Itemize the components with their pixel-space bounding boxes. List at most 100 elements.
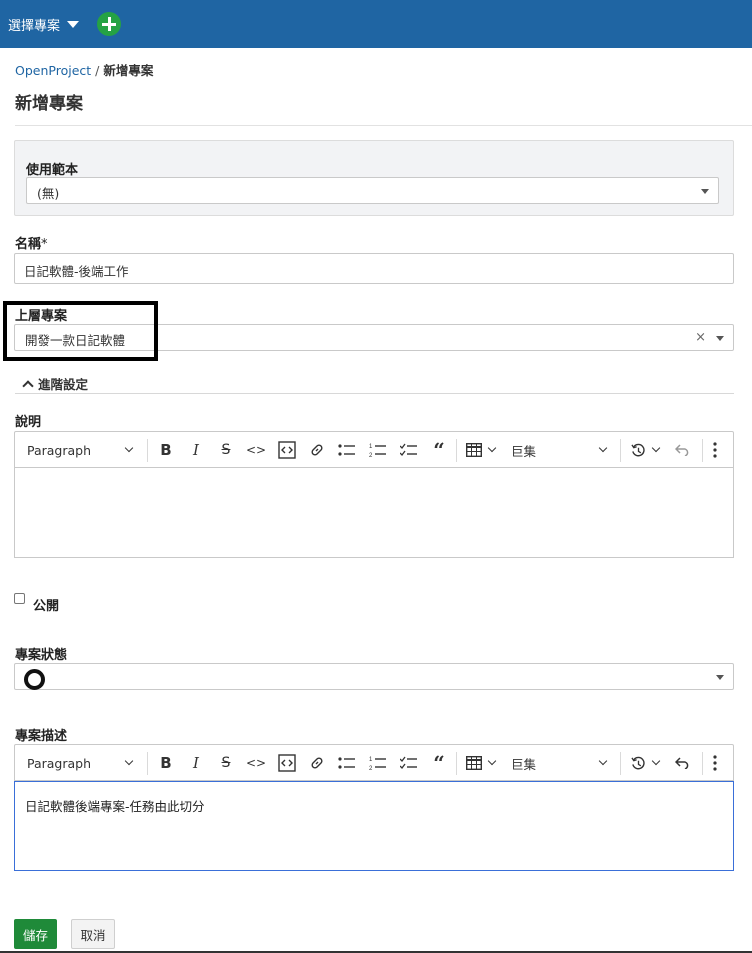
toolbar-separator <box>620 752 621 775</box>
italic-icon[interactable]: I <box>186 753 206 773</box>
chevron-up-icon <box>22 379 34 392</box>
toolbar-separator <box>456 439 457 462</box>
undo-icon <box>675 444 689 456</box>
status-circle-icon <box>24 669 45 690</box>
table-icon[interactable] <box>464 753 484 773</box>
undo-icon <box>675 757 689 769</box>
strikethrough-icon[interactable]: S <box>216 753 236 773</box>
parent-value: 開發一款日記軟體 <box>25 333 126 348</box>
undo-icon[interactable] <box>673 753 693 773</box>
macros-label: 巨集 <box>511 443 537 459</box>
toolbar-separator <box>702 439 703 462</box>
advanced-settings-toggle[interactable]: 進階設定 <box>22 374 89 393</box>
paragraph-dropdown[interactable]: Paragraph <box>27 753 137 773</box>
name-input[interactable]: 日記軟體-後端工作 <box>14 253 734 284</box>
quote-icon[interactable]: “ <box>429 751 449 775</box>
paragraph-dropdown[interactable]: Paragraph <box>27 440 137 460</box>
cancel-button[interactable]: 取消 <box>71 919 115 949</box>
description-editor[interactable] <box>14 467 734 558</box>
italic-icon[interactable]: I <box>186 440 206 460</box>
code-block-icon <box>278 441 296 459</box>
history-icon <box>630 756 645 769</box>
plus-circle-icon[interactable] <box>97 12 121 36</box>
more-vertical-icon <box>713 755 717 771</box>
history-icon[interactable] <box>629 440 647 460</box>
quote-icon[interactable]: “ <box>429 438 449 462</box>
breadcrumb-separator: / <box>95 63 100 78</box>
history-icon[interactable] <box>629 753 647 773</box>
code-icon[interactable]: <> <box>245 753 267 773</box>
code-block-icon[interactable] <box>277 753 297 773</box>
bold-icon[interactable]: B <box>156 753 176 773</box>
svg-text:2: 2 <box>369 766 373 771</box>
chevron-down-icon[interactable] <box>651 443 661 453</box>
caret-down-icon <box>716 675 724 680</box>
chevron-down-icon[interactable] <box>651 756 661 766</box>
advanced-settings-label: 進階設定 <box>38 377 89 392</box>
numbered-list-icon[interactable]: 12 <box>367 440 389 460</box>
table-icon <box>466 756 482 770</box>
bullet-list-icon <box>338 757 355 769</box>
link-icon[interactable] <box>307 753 327 773</box>
more-vertical-icon <box>713 442 717 458</box>
public-label: 公開 <box>33 599 60 614</box>
todo-list-icon <box>400 443 417 456</box>
divider <box>15 393 734 394</box>
numbered-list-icon: 12 <box>369 757 386 771</box>
project-selector-label: 選擇專案 <box>8 19 61 34</box>
numbered-list-icon: 12 <box>369 444 386 458</box>
code-block-icon[interactable] <box>277 440 297 460</box>
save-button[interactable]: 儲存 <box>14 919 57 949</box>
status-select[interactable] <box>14 663 734 690</box>
template-section: 使用範本 (無) <box>14 140 734 216</box>
todo-list-icon[interactable] <box>398 440 420 460</box>
link-icon[interactable] <box>307 440 327 460</box>
name-label: 名稱* <box>15 233 48 252</box>
description-label: 說明 <box>15 415 42 430</box>
todo-list-icon[interactable] <box>398 753 420 773</box>
breadcrumb: OpenProject / 新增專案 <box>15 60 153 79</box>
name-label-text: 名稱 <box>15 237 42 252</box>
status-label: 專案狀態 <box>15 648 68 663</box>
bullet-list-icon[interactable] <box>336 440 358 460</box>
status-explanation-editor[interactable]: 日記軟體後端專案-任務由此切分 <box>14 781 734 871</box>
undo-icon[interactable] <box>673 440 693 460</box>
public-checkbox[interactable] <box>14 593 25 604</box>
description-editor-toolbar: Paragraph B I S <> 12 “ 巨集 <box>14 431 734 468</box>
toolbar-separator <box>147 752 148 775</box>
chevron-down-icon[interactable] <box>487 443 497 453</box>
name-value: 日記軟體-後端工作 <box>24 264 129 279</box>
macros-dropdown[interactable]: 巨集 <box>511 440 601 460</box>
svg-text:1: 1 <box>369 444 373 450</box>
template-label: 使用範本 <box>26 163 79 178</box>
project-selector[interactable]: 選擇專案 <box>8 15 80 34</box>
caret-down-icon <box>701 189 709 194</box>
more-vertical-icon[interactable] <box>707 753 723 773</box>
page-title: 新增專案 <box>15 94 83 114</box>
required-mark: * <box>41 237 48 252</box>
bullet-list-icon <box>338 444 355 456</box>
numbered-list-icon[interactable]: 12 <box>367 753 389 773</box>
clear-icon[interactable]: × <box>695 330 706 345</box>
template-value: (無) <box>37 186 60 201</box>
parent-label: 上層專案 <box>15 309 68 324</box>
strikethrough-icon[interactable]: S <box>216 440 236 460</box>
table-icon[interactable] <box>464 440 484 460</box>
breadcrumb-current: 新增專案 <box>103 63 154 78</box>
top-bar: 選擇專案 <box>0 0 752 48</box>
bullet-list-icon[interactable] <box>336 753 358 773</box>
history-icon <box>630 443 645 456</box>
macros-dropdown[interactable]: 巨集 <box>511 753 601 773</box>
template-select[interactable]: (無) <box>26 177 719 204</box>
bold-icon[interactable]: B <box>156 440 176 460</box>
more-vertical-icon[interactable] <box>707 440 723 460</box>
code-icon[interactable]: <> <box>245 440 267 460</box>
paragraph-label: Paragraph <box>27 442 92 458</box>
parent-select[interactable]: 開發一款日記軟體 × <box>14 324 734 351</box>
table-icon <box>466 443 482 457</box>
chevron-down-icon[interactable] <box>487 756 497 766</box>
macros-label: 巨集 <box>511 756 537 772</box>
svg-text:1: 1 <box>369 757 373 763</box>
divider <box>15 125 752 126</box>
breadcrumb-root-link[interactable]: OpenProject <box>15 63 91 78</box>
